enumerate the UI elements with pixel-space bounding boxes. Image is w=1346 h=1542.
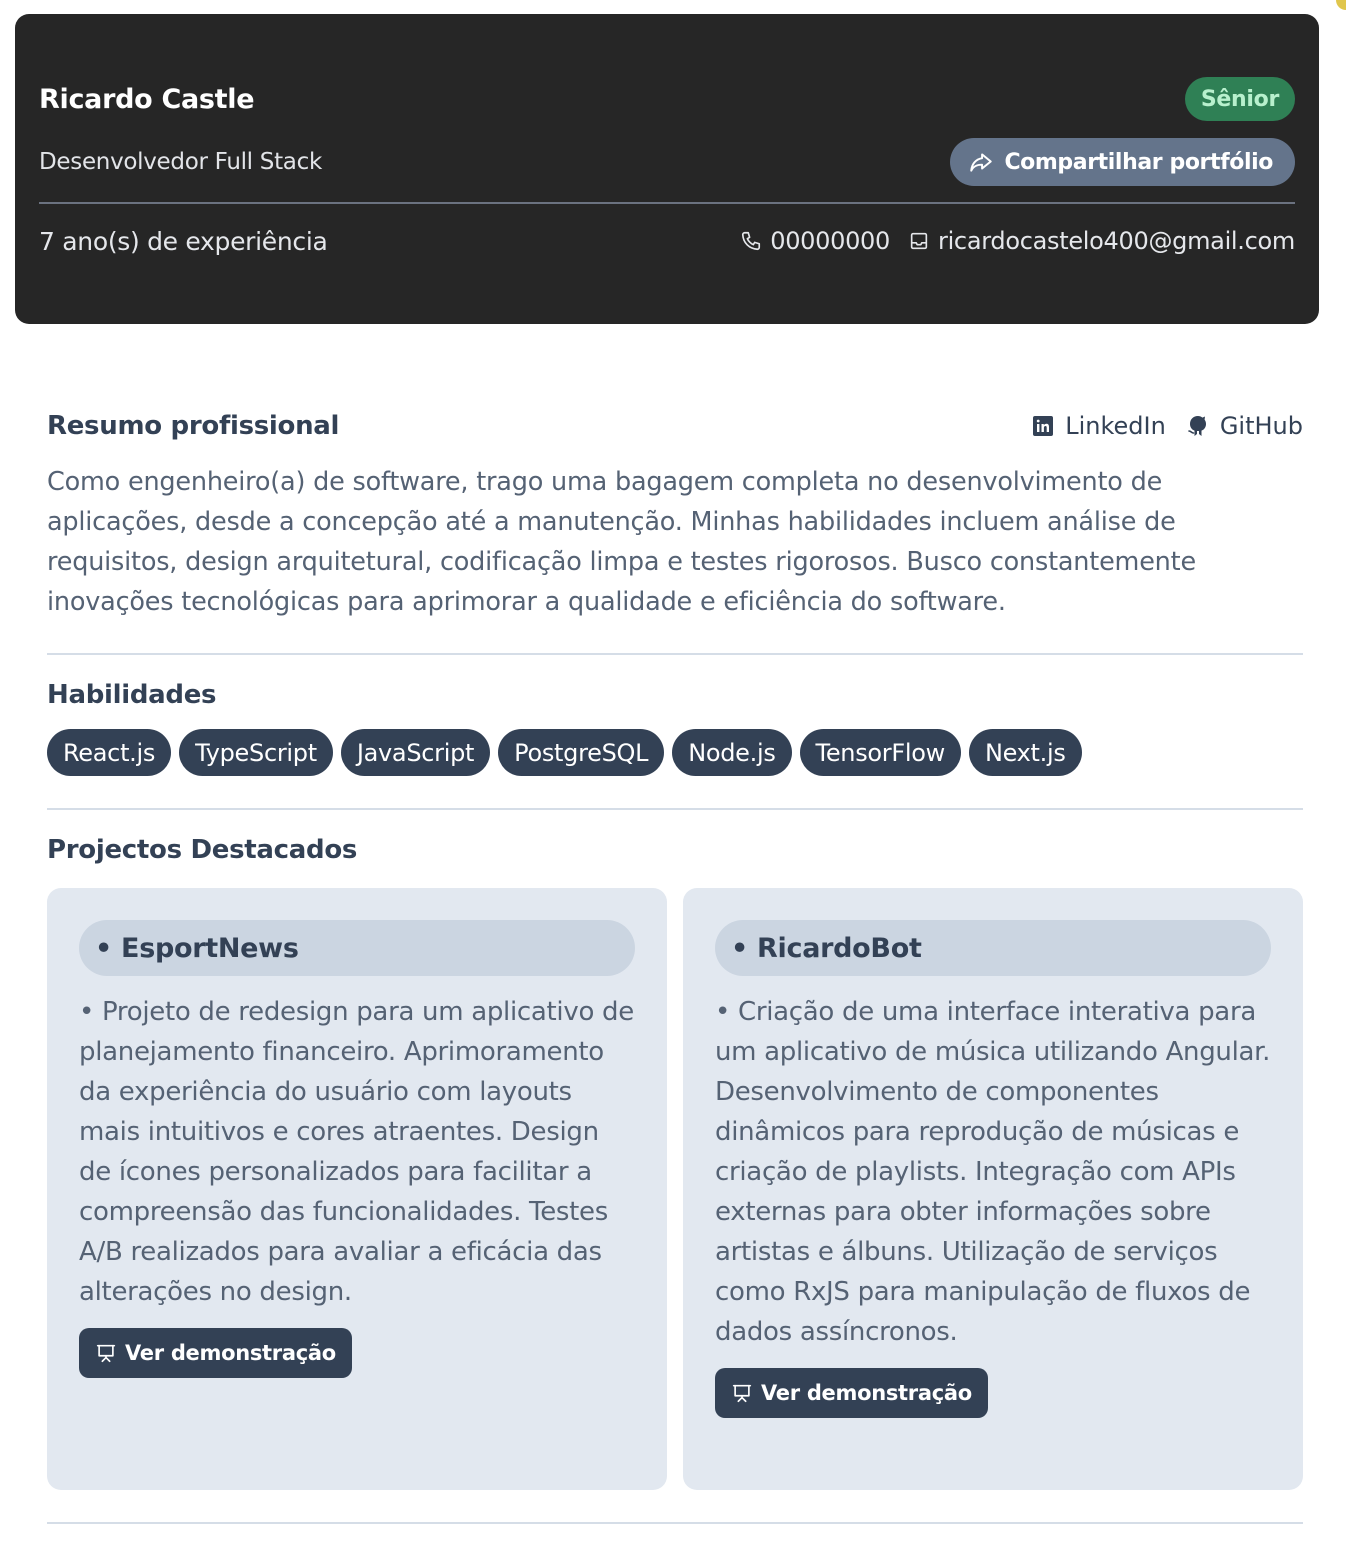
summary-header: Resumo profissional LinkedIn GitHub [47, 404, 1303, 448]
view-demo-label: Ver demonstração [761, 1381, 972, 1405]
header-top-row: Ricardo Castle Sênior [39, 76, 1295, 122]
projects-section: Projectos Destacados • EsportNews • Proj… [47, 832, 1303, 1490]
email-contact[interactable]: ricardocastelo400@gmail.com [908, 227, 1295, 255]
linkedin-icon [1033, 416, 1054, 436]
linkedin-label: LinkedIn [1065, 412, 1166, 440]
social-links: LinkedIn GitHub [1031, 412, 1303, 440]
profile-role: Desenvolvedor Full Stack [39, 149, 322, 175]
presentation-icon [732, 1384, 752, 1403]
github-icon [1188, 416, 1206, 436]
github-label: GitHub [1219, 412, 1303, 440]
share-portfolio-label: Compartilhar portfólio [1004, 149, 1273, 175]
projects-grid: • EsportNews • Projeto de redesign para … [47, 888, 1303, 1490]
skill-chip: TypeScript [179, 729, 333, 776]
skills-title: Habilidades [47, 680, 217, 710]
header-role-row: Desenvolvedor Full Stack Compartilhar po… [39, 138, 1295, 186]
project-card: • EsportNews • Projeto de redesign para … [47, 888, 667, 1490]
skill-chip: PostgreSQL [498, 729, 665, 776]
corner-accent [1336, 0, 1346, 10]
projects-title: Projectos Destacados [47, 835, 358, 865]
view-demo-label: Ver demonstração [125, 1341, 336, 1365]
presentation-icon [96, 1344, 116, 1363]
project-title: • RicardoBot [715, 920, 1271, 976]
project-description: • Criação de uma interface interativa pa… [715, 997, 1271, 1347]
skill-chip: TensorFlow [799, 729, 961, 776]
github-link[interactable]: GitHub [1186, 412, 1303, 440]
section-divider [47, 1522, 1303, 1524]
section-divider [47, 653, 1303, 655]
experience-text: 7 ano(s) de experiência [39, 226, 328, 256]
email-address: ricardocastelo400@gmail.com [938, 227, 1295, 255]
skill-chip: React.js [47, 729, 172, 776]
main-content: Resumo profissional LinkedIn GitHub Como… [47, 404, 1303, 1524]
seniority-badge: Sênior [1184, 77, 1295, 121]
skills-list: React.js TypeScript JavaScript PostgreSQ… [47, 729, 1303, 776]
header-divider [39, 202, 1295, 204]
project-description: • Projeto de redesign para um aplicativo… [79, 997, 634, 1307]
profile-name: Ricardo Castle [39, 83, 255, 115]
view-demo-button[interactable]: Ver demonstração [715, 1368, 988, 1418]
share-portfolio-button[interactable]: Compartilhar portfólio [950, 138, 1295, 186]
skill-chip: JavaScript [340, 729, 491, 776]
inbox-icon [910, 232, 928, 250]
summary-title: Resumo profissional [47, 411, 340, 441]
phone-contact[interactable]: 00000000 [740, 227, 890, 255]
header-info-row: 7 ano(s) de experiência 00000000 ricardo… [39, 224, 1295, 258]
skill-chip: Node.js [672, 729, 792, 776]
project-title: • EsportNews [79, 920, 635, 976]
share-arrow-icon [970, 153, 993, 172]
skills-section: Habilidades React.js TypeScript JavaScri… [47, 677, 1303, 776]
view-demo-button[interactable]: Ver demonstração [79, 1328, 352, 1378]
phone-number: 00000000 [770, 227, 890, 255]
summary-section: Resumo profissional LinkedIn GitHub Como… [47, 404, 1303, 622]
contact-info: 00000000 ricardocastelo400@gmail.com [740, 227, 1295, 255]
profile-header: Ricardo Castle Sênior Desenvolvedor Full… [15, 14, 1319, 324]
skill-chip: Next.js [968, 729, 1082, 776]
linkedin-link[interactable]: LinkedIn [1031, 412, 1166, 440]
section-divider [47, 808, 1303, 810]
project-card: • RicardoBot • Criação de uma interface … [683, 888, 1303, 1490]
summary-text: Como engenheiro(a) de software, trago um… [47, 467, 1196, 617]
phone-icon [742, 231, 761, 251]
